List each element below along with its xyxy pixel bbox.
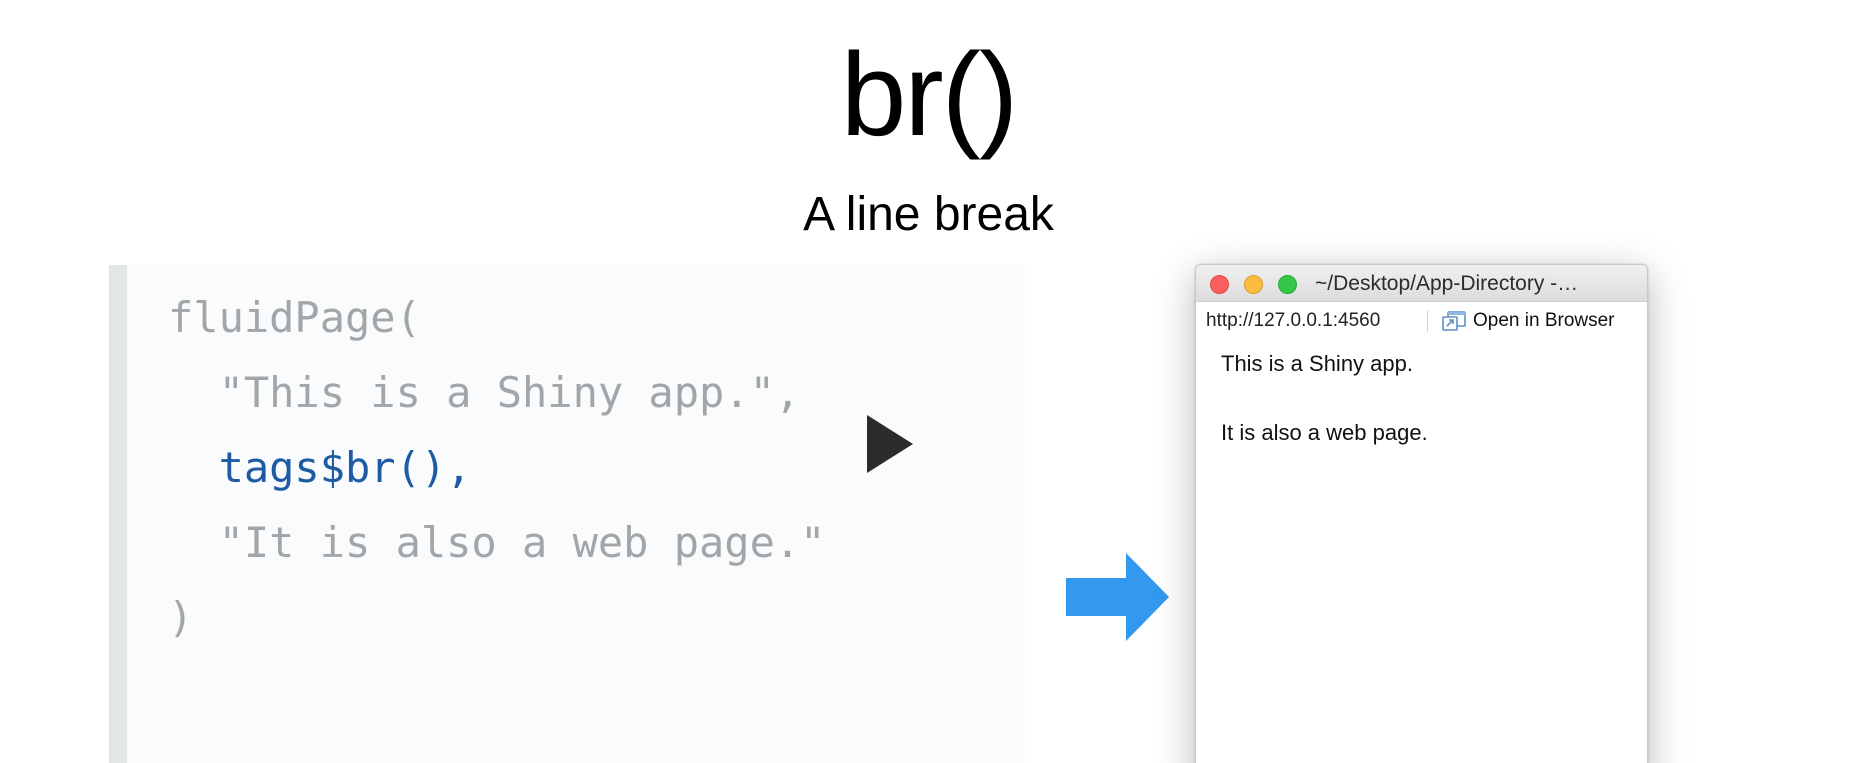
open-browser-icon xyxy=(1442,311,1466,331)
toolbar-divider xyxy=(1427,310,1428,332)
window-title: ~/Desktop/App-Directory -… xyxy=(1315,272,1579,295)
code-line-highlighted: tags$br(), xyxy=(168,443,472,492)
code-line: fluidPage( xyxy=(168,293,421,342)
viewer-toolbar: http://127.0.0.1:4560 Open in Browser xyxy=(1196,302,1647,338)
code-panel: fluidPage( "This is a Shiny app.", tags$… xyxy=(109,265,1025,763)
app-text-line: It is also a web page. xyxy=(1221,420,1428,445)
maximize-window-button[interactable] xyxy=(1278,275,1297,294)
close-window-button[interactable] xyxy=(1210,275,1229,294)
app-text-line: This is a Shiny app. xyxy=(1221,351,1413,376)
url-address: http://127.0.0.1:4560 xyxy=(1206,310,1381,331)
code-line: "It is also a web page." xyxy=(168,518,826,567)
code-line: ) xyxy=(168,593,194,642)
app-window: ~/Desktop/App-Directory -… http://127.0.… xyxy=(1195,264,1648,763)
slide-title: br() xyxy=(840,29,1019,161)
right-arrow-icon xyxy=(1066,553,1169,641)
open-in-browser-button[interactable]: Open in Browser xyxy=(1441,307,1615,335)
slide-subtitle: A line break xyxy=(803,188,1054,241)
open-in-browser-label: Open in Browser xyxy=(1473,310,1615,331)
code-line: "This is a Shiny app.", xyxy=(168,368,801,417)
window-titlebar: ~/Desktop/App-Directory -… xyxy=(1196,265,1647,302)
play-triangle-icon[interactable] xyxy=(867,415,913,473)
minimize-window-button[interactable] xyxy=(1244,275,1263,294)
slide: br() A line break fluidPage( "This is a … xyxy=(0,0,1857,763)
